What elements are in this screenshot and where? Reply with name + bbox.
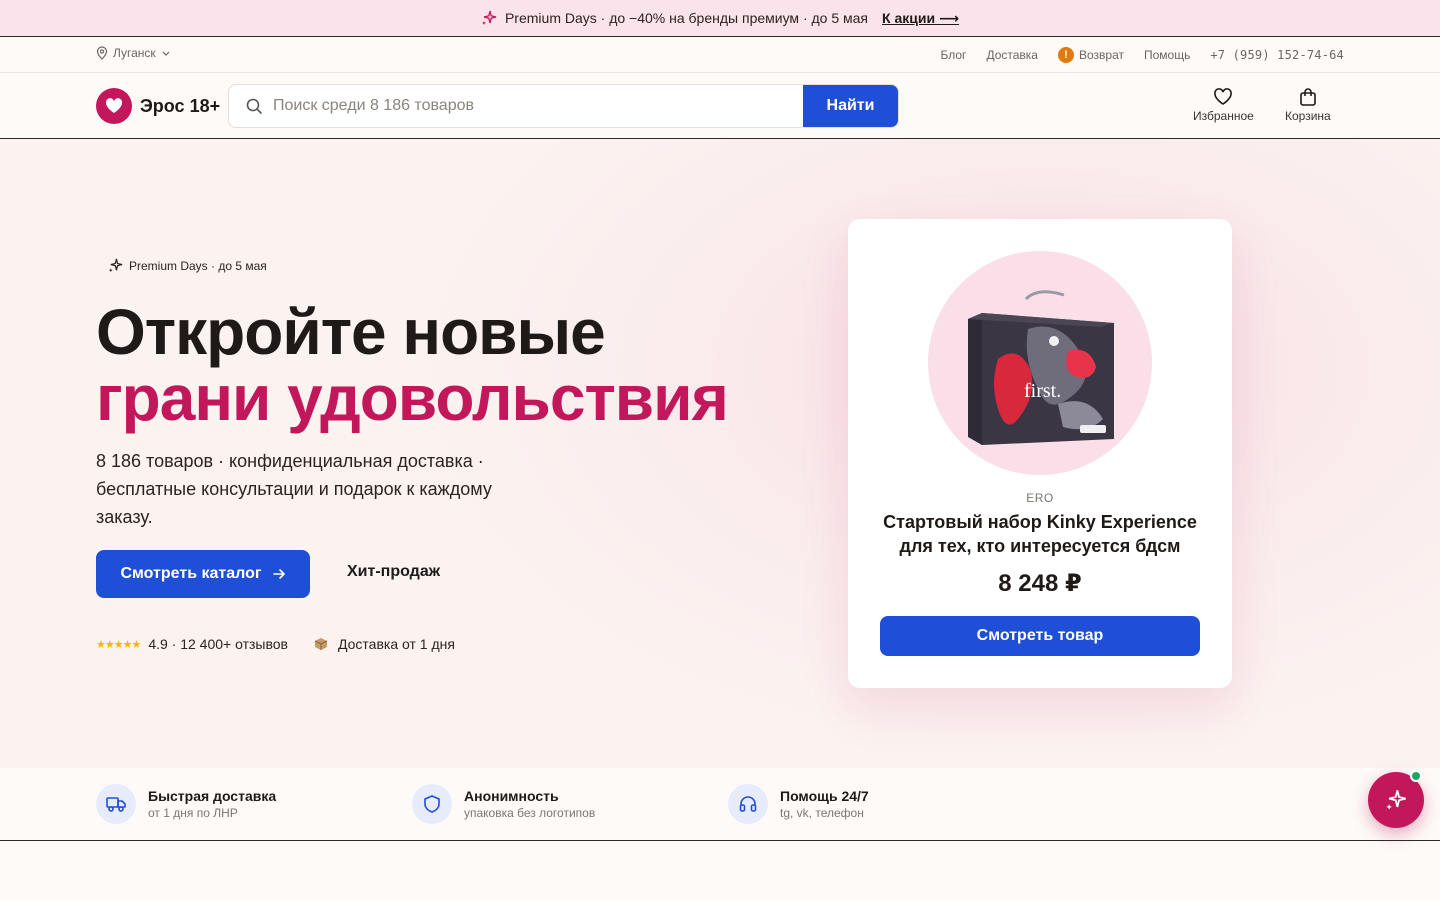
arrow-right-icon — [272, 569, 285, 579]
rating-stars: ★★★★★ — [96, 638, 141, 651]
cart-button[interactable]: Корзина — [1285, 87, 1331, 123]
delivery-text: Доставка от 1 дня — [337, 636, 455, 652]
feature-subtitle: упаковка без логотипов — [464, 806, 596, 820]
feature-support: Помощь 24/7 tg, vk, телефон — [728, 784, 869, 824]
hero-subtitle: 8 186 товаров · конфиденциальная доставк… — [96, 451, 492, 527]
product-title[interactable]: Стартовый набор Kinky Experience для тех… — [872, 510, 1208, 558]
hero-title: Откройте новые грани удовольствия — [96, 296, 729, 434]
bag-icon — [1300, 88, 1316, 106]
product-price: 8 248 ₽ — [998, 570, 1082, 597]
link-blog[interactable]: Блог — [941, 48, 967, 62]
online-status-dot — [1410, 770, 1422, 782]
sparkle-icon — [481, 10, 497, 25]
product-image: first. — [968, 290, 1114, 445]
product-brand: ERO — [1026, 491, 1054, 505]
favorites-button[interactable]: Избранное — [1193, 87, 1254, 123]
hero-section: Premium Days · до 5 мая Откройте новые г… — [0, 139, 1440, 768]
view-product-button[interactable]: Смотреть товар — [880, 616, 1200, 656]
promo-bar: Premium Days · до −40% на бренды премиум… — [0, 0, 1440, 37]
feature-fast-delivery: Быстрая доставка от 1 дня по ЛНР — [96, 784, 276, 824]
search-button[interactable]: Найти — [803, 85, 898, 127]
favorites-label: Избранное — [1193, 109, 1254, 123]
promo-link[interactable]: К акции ⟶ — [882, 10, 959, 27]
hero-title-line1: Откройте новые — [96, 296, 606, 368]
sparkle-icon — [1386, 790, 1406, 810]
feature-title: Быстрая доставка — [148, 788, 277, 804]
product-image-backdrop: first. — [928, 251, 1152, 475]
city-label: Луганск — [113, 46, 156, 60]
link-returns[interactable]: ! Возврат — [1057, 47, 1124, 63]
feature-title: Помощь 24/7 — [780, 788, 869, 804]
utility-bar: Луганск Блог Доставка ! Возврат Помощь +… — [0, 37, 1440, 73]
headphones-icon — [728, 784, 768, 824]
heart-icon — [1214, 88, 1233, 105]
cart-label: Корзина — [1285, 109, 1331, 123]
sparkle-icon — [108, 258, 123, 273]
heart-logo-icon — [96, 88, 132, 124]
search-icon — [246, 98, 262, 114]
hero-meta: ★★★★★ 4.9 · 12 400+ отзывов Доставка от … — [96, 636, 455, 652]
location-pin-icon — [96, 46, 108, 60]
site-header: Эрос 18+ Найти Избранное Корзина — [0, 73, 1440, 139]
promo-text: Premium Days · до −40% на бренды премиум… — [504, 10, 869, 26]
phone-link[interactable]: +7 (959) 152-74-64 — [1210, 48, 1344, 62]
link-help[interactable]: Помощь — [1144, 48, 1190, 62]
chevron-down-icon — [162, 51, 170, 56]
feature-subtitle: от 1 дня по ЛНР — [148, 806, 238, 820]
warning-icon: ! — [1057, 47, 1074, 63]
logo[interactable]: Эрос 18+ — [96, 88, 220, 124]
catalog-button-label: Смотреть каталог — [120, 565, 262, 582]
search-input[interactable] — [263, 85, 803, 127]
link-delivery[interactable]: Доставка — [986, 48, 1038, 62]
package-icon — [314, 638, 328, 650]
catalog-button[interactable]: Смотреть каталог — [96, 550, 310, 598]
feature-anonymity: Анонимность упаковка без логотипов — [412, 784, 595, 824]
shield-icon — [412, 784, 452, 824]
feature-subtitle: tg, vk, телефон — [780, 806, 864, 820]
hero-title-line2: грани удовольствия — [96, 362, 729, 434]
product-box-text: first. — [1024, 380, 1061, 402]
product-card[interactable]: first. ERO Стартовый набор Kinky Experie… — [848, 219, 1232, 688]
features-bar: Быстрая доставка от 1 дня по ЛНР Анонимн… — [0, 768, 1440, 841]
rating-text: 4.9 · 12 400+ отзывов — [148, 636, 288, 652]
promo-badge-text: Premium Days · до 5 мая — [129, 258, 267, 273]
assistant-button[interactable] — [1368, 770, 1424, 828]
link-returns-label: Возврат — [1078, 48, 1124, 62]
promo-badge: Premium Days · до 5 мая — [108, 258, 267, 273]
logo-text: Эрос 18+ — [140, 95, 221, 116]
search-bar: Найти — [228, 84, 899, 128]
truck-icon — [96, 784, 136, 824]
city-selector[interactable]: Луганск — [96, 46, 171, 60]
bestsellers-link[interactable]: Хит-продаж — [347, 563, 440, 581]
feature-title: Анонимность — [464, 788, 559, 804]
